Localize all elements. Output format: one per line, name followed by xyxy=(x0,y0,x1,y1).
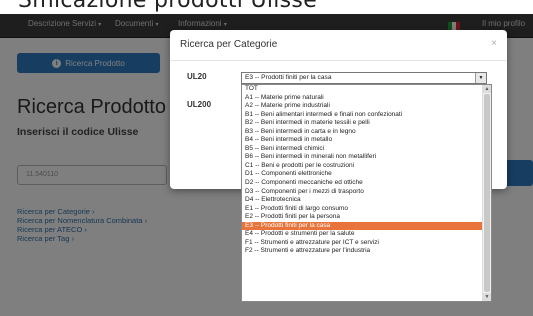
dropdown-option[interactable]: E4 -- Prodotti e strumenti per la salute xyxy=(242,230,491,239)
dropdown-option[interactable]: F2 -- Strumenti e attrezzature per l'ind… xyxy=(242,247,491,256)
dropdown-option[interactable]: B4 -- Beni intermedi in metallo xyxy=(242,136,491,145)
dropdown-option[interactable]: D3 -- Componenti per i mezzi di trasport… xyxy=(242,188,491,197)
close-icon[interactable]: × xyxy=(491,38,497,49)
dropdown-option[interactable]: D2 -- Componenti meccaniche ed ottiche xyxy=(242,179,491,188)
chevron-down-icon: ▼ xyxy=(475,73,486,83)
option-container: TOT A1 -- Materie prime naturali A2 -- Mat… xyxy=(242,85,491,256)
dropdown-option[interactable]: A1 -- Materie prime naturali xyxy=(242,94,491,103)
scroll-thumb[interactable] xyxy=(484,94,490,292)
dropdown-option[interactable]: TOT xyxy=(242,85,491,94)
dropdown-option[interactable]: E2 -- Prodotti finiti per la persona xyxy=(242,213,491,222)
dropdown-option[interactable]: B1 -- Beni alimentari intermedi e finali… xyxy=(242,111,491,120)
dropdown-option[interactable]: A2 -- Materie prime industriali xyxy=(242,102,491,111)
select-value: E3 -- Prodotti finiti per la casa xyxy=(245,74,332,81)
dropdown-option[interactable]: E1 -- Prodotti finiti di largo consumo xyxy=(242,205,491,214)
dropdown-option[interactable]: B5 -- Beni intermedi chimici xyxy=(242,145,491,154)
dropdown-scrollbar[interactable]: ▲ ▼ xyxy=(482,85,491,301)
label-ul200: UL200 xyxy=(187,100,212,109)
dropdown-option[interactable]: D4 -- Elettrotecnica xyxy=(242,196,491,205)
label-ul20: UL20 xyxy=(187,72,207,81)
page-heading: Smicazione prodotti Ulisse xyxy=(18,0,318,13)
dropdown-option[interactable]: E3 -- Prodotti finiti per la casa xyxy=(242,221,491,231)
ul20-select[interactable]: E3 -- Prodotti finiti per la casa ▼ xyxy=(241,72,487,84)
modal-title: Ricerca per Categorie xyxy=(180,39,278,50)
scroll-down-icon[interactable]: ▼ xyxy=(483,293,491,301)
dropdown-option[interactable]: B2 -- Beni intermedi in materie tessili … xyxy=(242,119,491,128)
dropdown-option[interactable]: F1 -- Strumenti e attrezzature per ICT e… xyxy=(242,239,491,248)
dropdown-option[interactable]: D1 -- Componenti elettroniche xyxy=(242,170,491,179)
ul20-dropdown-list: TOT A1 -- Materie prime naturali A2 -- Mat… xyxy=(241,84,492,302)
dropdown-option[interactable]: B6 -- Beni intermedi in minerali non met… xyxy=(242,153,491,162)
dropdown-option[interactable]: B3 -- Beni intermedi in carta e in legno xyxy=(242,128,491,137)
dropdown-option[interactable]: C1 -- Beni e prodotti per le costruzioni xyxy=(242,162,491,171)
modal-header: Ricerca per Categorie × xyxy=(170,30,507,61)
scroll-up-icon[interactable]: ▲ xyxy=(483,85,491,93)
